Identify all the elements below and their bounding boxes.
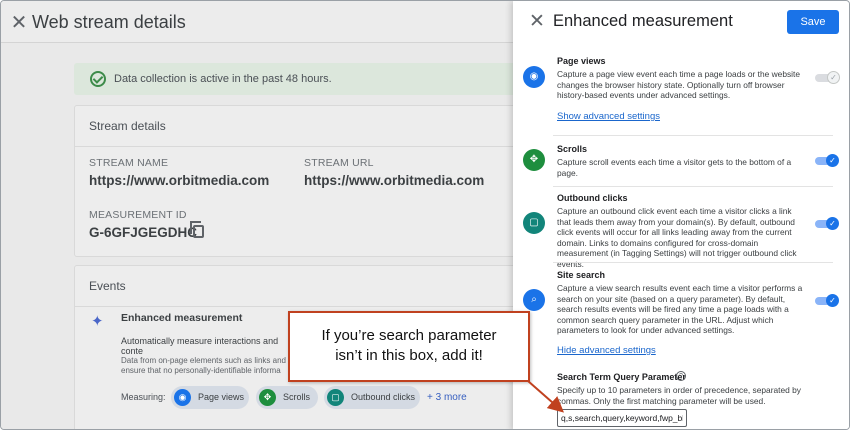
scroll-icon: ✥: [523, 149, 545, 171]
stream-name-value: https://www.orbitmedia.com: [89, 173, 270, 188]
stream-url-label: STREAM URL: [304, 157, 374, 169]
callout-line: isn’t in this box, add it!: [335, 347, 483, 364]
scroll-icon: ✥: [259, 389, 276, 406]
scrolls-toggle[interactable]: ✓: [815, 154, 839, 167]
scrolls-description: Capture scroll events each time a visito…: [557, 157, 792, 178]
stream-details-card: Stream details STREAM NAME https://www.o…: [74, 105, 534, 257]
more-link[interactable]: + 3 more: [427, 392, 467, 403]
chip-label: Scrolls: [283, 392, 311, 402]
chip-page-views: ◉ Page views: [171, 386, 249, 409]
divider: [75, 146, 533, 147]
divider: [553, 262, 833, 263]
stream-details-heading: Stream details: [89, 119, 166, 133]
chip-label: Page views: [198, 392, 245, 402]
measurement-id-label: MEASUREMENT ID: [89, 209, 187, 221]
check-icon: ✓: [826, 294, 839, 307]
scrolls-title: Scrolls: [557, 144, 588, 154]
page-title: Web stream details: [32, 12, 186, 32]
mouse-icon: ▢: [327, 389, 344, 406]
enhanced-measurement-title: Enhanced measurement: [121, 312, 243, 324]
em-desc-line: ensure that no personally-identifiable i…: [121, 366, 281, 375]
close-icon[interactable]: ✕: [529, 10, 545, 33]
measuring-label: Measuring:: [121, 392, 166, 402]
panel-title: Enhanced measurement: [553, 12, 733, 30]
enhanced-measurement-description: Automatically measure interactions and c…: [121, 336, 291, 376]
search-param-input[interactable]: [557, 409, 687, 427]
callout-line: If you’re search parameter: [321, 327, 497, 344]
stream-url-value: https://www.orbitmedia.com: [304, 173, 485, 188]
events-heading: Events: [89, 279, 126, 293]
mouse-icon: ▢: [523, 212, 545, 234]
search-icon: ⌕: [523, 289, 545, 311]
sparkle-icon: ✦: [91, 313, 104, 330]
page-views-toggle[interactable]: ✓: [815, 71, 840, 84]
notice-text: Data collection is active in the past 48…: [114, 73, 332, 85]
annotation-callout: If you’re search parameter isn’t in this…: [288, 311, 530, 382]
chip-scrolls: ✥ Scrolls: [256, 386, 318, 409]
close-icon[interactable]: ✕: [9, 10, 29, 35]
help-icon[interactable]: ?: [676, 371, 686, 381]
search-param-description: Specify up to 10 parameters in order of …: [557, 385, 801, 406]
measurement-id-value: G-6GFJGEGDHC: [89, 225, 198, 240]
screenshot-frame: ✕ Web stream details Data collection is …: [0, 0, 850, 430]
chip-outbound-clicks: ▢ Outbound clicks: [324, 386, 420, 409]
outbound-clicks-toggle[interactable]: ✓: [815, 217, 839, 230]
divider: [553, 186, 833, 187]
stream-name-label: STREAM NAME: [89, 157, 169, 169]
save-button[interactable]: Save: [787, 10, 839, 34]
em-desc-line: Automatically measure interactions and c…: [121, 336, 279, 356]
divider: [553, 135, 833, 136]
em-desc-line: Data from on-page elements such as links…: [121, 356, 286, 365]
data-collection-notice: Data collection is active in the past 48…: [74, 63, 534, 95]
site-search-title: Site search: [557, 270, 606, 280]
enhanced-measurement-panel: ✕ Enhanced measurement Save Page views ◉…: [513, 1, 849, 429]
search-term-query-parameter-label: Search Term Query Parameter: [557, 372, 686, 382]
page-views-description: Capture a page view event each time a pa…: [557, 69, 801, 101]
eye-icon: ◉: [523, 66, 545, 88]
hide-advanced-settings-link[interactable]: Hide advanced settings: [557, 345, 656, 356]
outbound-clicks-description: Capture an outbound click event each tim…: [557, 206, 797, 269]
outbound-clicks-title: Outbound clicks: [557, 193, 628, 203]
copy-icon[interactable]: [190, 221, 204, 238]
check-icon: ✓: [827, 71, 840, 84]
chip-label: Outbound clicks: [351, 392, 416, 402]
divider: [75, 306, 533, 307]
eye-icon: ◉: [174, 389, 191, 406]
check-icon: ✓: [826, 154, 839, 167]
show-advanced-settings-link[interactable]: Show advanced settings: [557, 111, 660, 122]
site-search-description: Capture a view search results event each…: [557, 283, 803, 336]
page-views-title: Page views: [557, 56, 606, 66]
site-search-toggle[interactable]: ✓: [815, 294, 839, 307]
check-icon: ✓: [826, 217, 839, 230]
page-header: ✕ Web stream details: [1, 1, 513, 43]
check-circle-icon: [90, 71, 106, 87]
